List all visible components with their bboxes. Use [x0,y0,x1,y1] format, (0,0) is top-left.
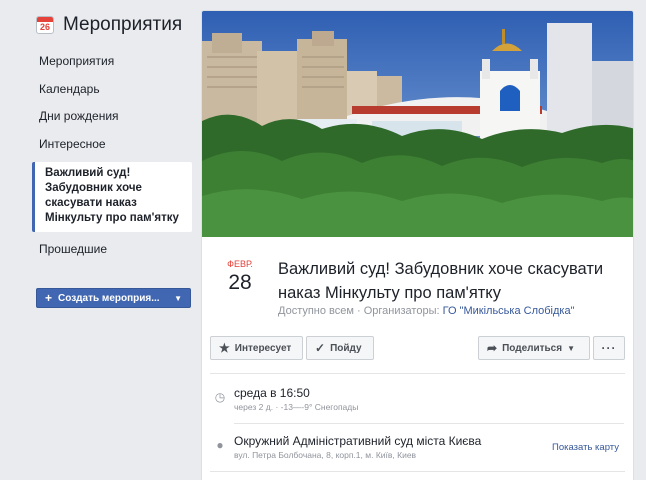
clock-icon: ◷ [214,390,226,404]
event-location-row: ● Окружний Адміністративний суд міста Ки… [210,434,625,468]
star-icon: ★ [219,341,230,355]
interested-label: Интересует [234,342,292,354]
event-time-row: ◷ среда в 16:50 через 2 д. · -13—-9° Сне… [210,386,625,420]
event-title: Важливий суд! Забудовник хоче скасувати … [278,260,604,302]
event-day: 28 [228,271,252,294]
divider [210,471,625,472]
event-meta: Доступно всем · Организаторы: ГО "Микіль… [278,305,574,317]
calendar-icon: 26 [36,16,54,34]
share-button[interactable]: ➦ Поделиться ▼ [478,336,590,360]
sidebar-item-calendar[interactable]: Календарь [32,78,192,106]
event-month: ФЕВР. [227,259,253,269]
sidebar-item-interesting[interactable]: Интересное [32,133,192,161]
event-cover-photo[interactable] [202,11,633,237]
sidebar-nav: Мероприятия Календарь Дни рождения Интер… [32,50,192,266]
page-edge [637,0,646,480]
interested-button[interactable]: ★ Интересует [210,336,303,360]
check-icon: ✓ [315,341,326,355]
event-address: вул. Петра Болбочана, 8, корп.1, м. Київ… [234,450,417,460]
more-options-button[interactable]: ··· [593,336,625,360]
organizer-link[interactable]: ГО "Микільська Слобідка" [443,305,575,317]
event-place[interactable]: Окружний Адміністративний суд міста Києв… [234,434,481,448]
chevron-down-icon: ▼ [174,293,182,303]
sidebar: 26 Мероприятия Мероприятия Календарь Дни… [0,0,200,480]
create-event-label: Создать мероприя... [58,292,160,304]
divider [234,423,624,424]
sidebar-item-past[interactable]: Прошедшие [32,238,192,266]
sidebar-item-birthdays[interactable]: Дни рождения [32,105,192,133]
share-label: Поделиться [502,342,563,354]
chevron-down-icon: ▼ [567,343,575,353]
sidebar-title[interactable]: Мероприятия [63,14,182,36]
create-event-button[interactable]: + Создать мероприя... ▼ [36,288,191,308]
event-actions: ★ Интересует ✓ Пойду ➦ Поделиться ▼ ··· [210,336,625,360]
plus-icon: + [45,291,53,305]
going-label: Пойду [330,342,362,354]
going-button[interactable]: ✓ Пойду [306,336,374,360]
sidebar-header: 26 Мероприятия [36,12,182,38]
event-weather: через 2 д. · -13—-9° Снегопады [234,402,359,412]
share-arrow-icon: ➦ [487,341,498,355]
event-date: ФЕВР. 28 [222,259,258,296]
divider [210,373,625,374]
sidebar-item-events[interactable]: Мероприятия [32,50,192,78]
location-pin-icon: ● [216,438,224,452]
show-map-link[interactable]: Показать карту [552,442,619,453]
event-privacy: Доступно всем · Организаторы: [278,305,443,317]
sidebar-item-selected-event[interactable]: Важливий суд! Забудовник хоче скасувати … [32,162,192,232]
event-time: среда в 16:50 [234,386,310,400]
